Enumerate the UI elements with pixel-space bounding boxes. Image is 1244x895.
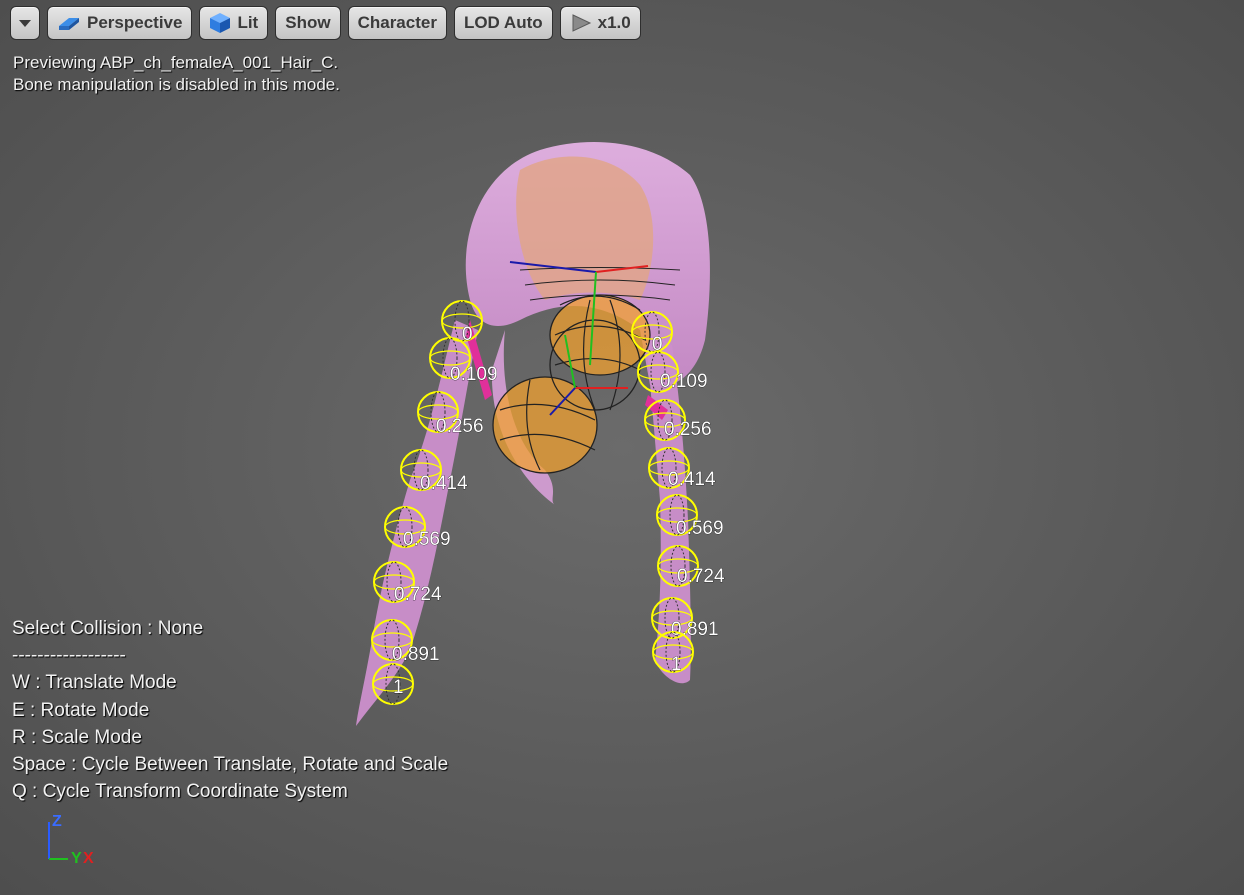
right-bone-label: 0.724 [677,566,725,587]
axis-y-label: Y [71,850,82,867]
right-bone-label: 0.569 [676,518,724,539]
axis-z-label: Z [52,813,62,830]
help-overlay: Select Collision : None ----------------… [12,615,448,805]
right-bone-label: 1 [671,654,682,675]
space-cycle-text: Space : Cycle Between Translate, Rotate … [12,754,449,776]
help-separator: ------------------ [12,645,126,667]
scale-mode-text: R : Scale Mode [12,726,142,748]
left-bone-label: 0.414 [420,473,468,494]
right-bone-label: 0.256 [664,419,712,440]
rotate-mode-text: E : Rotate Mode [12,699,150,721]
right-bone-label: 0.891 [671,619,719,640]
q-cycle-text: Q : Cycle Transform Coordinate System [12,781,348,803]
axis-indicator: Z Y X [46,812,106,872]
right-bone-label: 0.414 [668,469,716,490]
right-bone-label: 0.109 [660,371,708,392]
left-bone-label: 0.569 [403,529,451,550]
left-bone-label: 0.256 [436,416,484,437]
translate-mode-text: W : Translate Mode [12,672,177,694]
select-collision-text: Select Collision : None [12,618,204,639]
left-bone-label: 0.724 [394,584,442,605]
left-bone-label: 0 [462,324,473,345]
axis-x-label: X [83,850,94,867]
left-bone-label: 0.109 [450,364,498,385]
